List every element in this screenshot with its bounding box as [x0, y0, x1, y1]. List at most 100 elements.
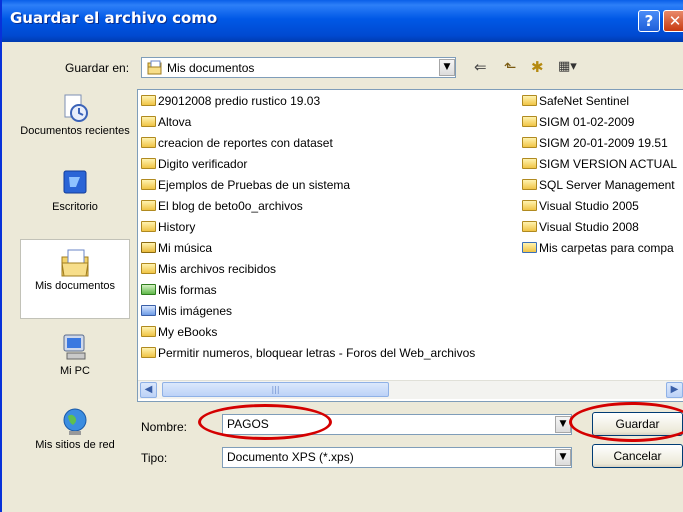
list-item[interactable]: Mi música — [141, 239, 212, 257]
folder-icon — [141, 200, 156, 211]
list-item-label: SafeNet Sentinel — [539, 94, 630, 108]
list-item[interactable]: El blog de beto0o_archivos — [141, 197, 303, 215]
list-item[interactable]: Mis imágenes — [141, 302, 232, 320]
shared-folder-icon — [522, 242, 537, 253]
music-folder-icon — [141, 242, 156, 253]
list-item-label: History — [158, 220, 196, 234]
folder-icon — [522, 179, 537, 190]
list-item-label: Visual Studio 2005 — [539, 199, 639, 213]
place-my-documents[interactable]: Mis documentos — [20, 239, 130, 319]
horizontal-scrollbar[interactable]: ◀ ||| ▶ — [138, 380, 683, 399]
file-name-value: PAGOS — [227, 417, 269, 431]
my-computer-icon — [63, 334, 86, 360]
list-item-label: Permitir numeros, bloquear letras - Foro… — [158, 346, 476, 360]
folder-icon — [141, 116, 156, 127]
folder-icon — [522, 221, 537, 232]
place-label: Escritorio — [52, 201, 98, 213]
list-item[interactable]: Ejemplos de Pruebas de un sistema — [141, 176, 350, 194]
chevron-down-icon[interactable]: ▼ — [439, 59, 455, 76]
list-item-label: My eBooks — [158, 325, 218, 339]
new-folder-icon[interactable]: ✱ — [531, 58, 544, 76]
place-label: Mis sitios de red — [35, 439, 115, 451]
folder-icon — [141, 95, 156, 106]
list-item[interactable]: SQL Server Management — [522, 176, 675, 194]
my-documents-icon — [147, 60, 162, 75]
list-item-label: Mis formas — [158, 283, 217, 297]
file-type-select[interactable]: Documento XPS (*.xps) — [222, 447, 572, 468]
forms-folder-icon — [141, 284, 156, 295]
back-icon[interactable]: ⇐ — [474, 58, 487, 76]
list-item-label: Digito verificador — [158, 157, 248, 171]
list-item[interactable]: History — [141, 218, 195, 236]
chevron-down-icon[interactable]: ▼ — [555, 449, 571, 466]
list-item-label: SIGM VERSION ACTUAL — [539, 157, 678, 171]
list-item[interactable]: SIGM 01-02-2009 — [522, 113, 634, 131]
title-bar[interactable]: Guardar el archivo como ? ✕ — [2, 0, 683, 42]
folder-icon — [141, 179, 156, 190]
window-title: Guardar el archivo como — [10, 9, 218, 27]
list-item-label: Ejemplos de Pruebas de un sistema — [158, 178, 351, 192]
pictures-folder-icon — [141, 305, 156, 316]
folder-icon — [141, 221, 156, 232]
list-item[interactable]: Mis carpetas para compa — [522, 239, 674, 257]
file-list[interactable]: 29012008 predio rustico 19.03 Altova creac… — [137, 89, 683, 402]
folder-icon — [141, 326, 156, 337]
place-recent-documents[interactable]: Documentos recientes — [20, 89, 130, 161]
list-item[interactable]: Visual Studio 2005 — [522, 197, 639, 215]
list-item-label: SQL Server Management — [539, 178, 675, 192]
up-folder-icon[interactable]: ⬑ — [504, 58, 517, 76]
save-in-label: Guardar en: — [65, 61, 130, 75]
place-desktop[interactable]: Escritorio — [20, 163, 130, 237]
list-item-label: Mis imágenes — [158, 304, 233, 318]
recent-documents-icon — [64, 94, 88, 122]
list-item-label: El blog de beto0o_archivos — [158, 199, 303, 213]
list-item-label: creacion de reportes con dataset — [158, 136, 333, 150]
folder-icon — [141, 263, 156, 274]
name-label: Nombre: — [141, 420, 188, 434]
folder-icon — [141, 158, 156, 169]
list-item-label: Mis carpetas para compa — [539, 241, 674, 255]
network-places-icon — [63, 408, 87, 435]
list-item-label: Altova — [158, 115, 192, 129]
file-type-value: Documento XPS (*.xps) — [227, 450, 354, 464]
my-documents-icon — [61, 249, 89, 277]
file-name-input[interactable]: PAGOS — [222, 414, 572, 435]
list-item[interactable]: Digito verificador — [141, 155, 247, 173]
views-menu-icon[interactable]: ▦▾ — [558, 58, 577, 76]
folder-icon — [522, 200, 537, 211]
list-item-label: Visual Studio 2008 — [539, 220, 639, 234]
place-network[interactable]: Mis sitios de red — [20, 403, 130, 473]
help-button[interactable]: ? — [638, 10, 660, 32]
save-as-dialog: Guardar el archivo como ? ✕ Guardar en: … — [0, 0, 683, 512]
folder-icon — [522, 158, 537, 169]
list-item[interactable]: My eBooks — [141, 323, 217, 341]
list-item-label: SIGM 01-02-2009 — [539, 115, 635, 129]
scroll-thumb[interactable]: ||| — [162, 382, 389, 397]
chevron-down-icon[interactable]: ▼ — [555, 416, 571, 433]
scroll-left-icon[interactable]: ◀ — [140, 382, 157, 398]
cancel-button[interactable]: Cancelar — [592, 444, 683, 468]
list-item[interactable]: SIGM 20-01-2009 19.51 — [522, 134, 668, 152]
type-label: Tipo: — [141, 451, 168, 465]
list-item[interactable]: creacion de reportes con dataset — [141, 134, 333, 152]
list-item[interactable]: Mis archivos recibidos — [141, 260, 276, 278]
list-item-label: SIGM 20-01-2009 19.51 — [539, 136, 668, 150]
desktop-icon — [63, 170, 87, 194]
place-my-computer[interactable]: Mi PC — [20, 329, 130, 397]
list-item[interactable]: Visual Studio 2008 — [522, 218, 639, 236]
place-label: Documentos recientes — [20, 125, 130, 137]
list-item[interactable]: SafeNet Sentinel — [522, 92, 629, 110]
save-in-combo[interactable]: Mis documentos ▼ — [141, 57, 456, 78]
scroll-right-icon[interactable]: ▶ — [666, 382, 683, 398]
close-button[interactable]: ✕ — [663, 10, 683, 32]
list-item[interactable]: Mis formas — [141, 281, 217, 299]
list-item-label: Mis archivos recibidos — [158, 262, 277, 276]
folder-icon — [522, 137, 537, 148]
save-button[interactable]: Guardar — [592, 412, 683, 436]
list-item[interactable]: SIGM VERSION ACTUAL — [522, 155, 677, 173]
list-item-label: 29012008 predio rustico 19.03 — [158, 94, 321, 108]
folder-icon — [141, 347, 156, 358]
list-item[interactable]: 29012008 predio rustico 19.03 — [141, 92, 320, 110]
list-item[interactable]: Altova — [141, 113, 191, 131]
list-item[interactable]: Permitir numeros, bloquear letras - Foro… — [141, 344, 475, 362]
